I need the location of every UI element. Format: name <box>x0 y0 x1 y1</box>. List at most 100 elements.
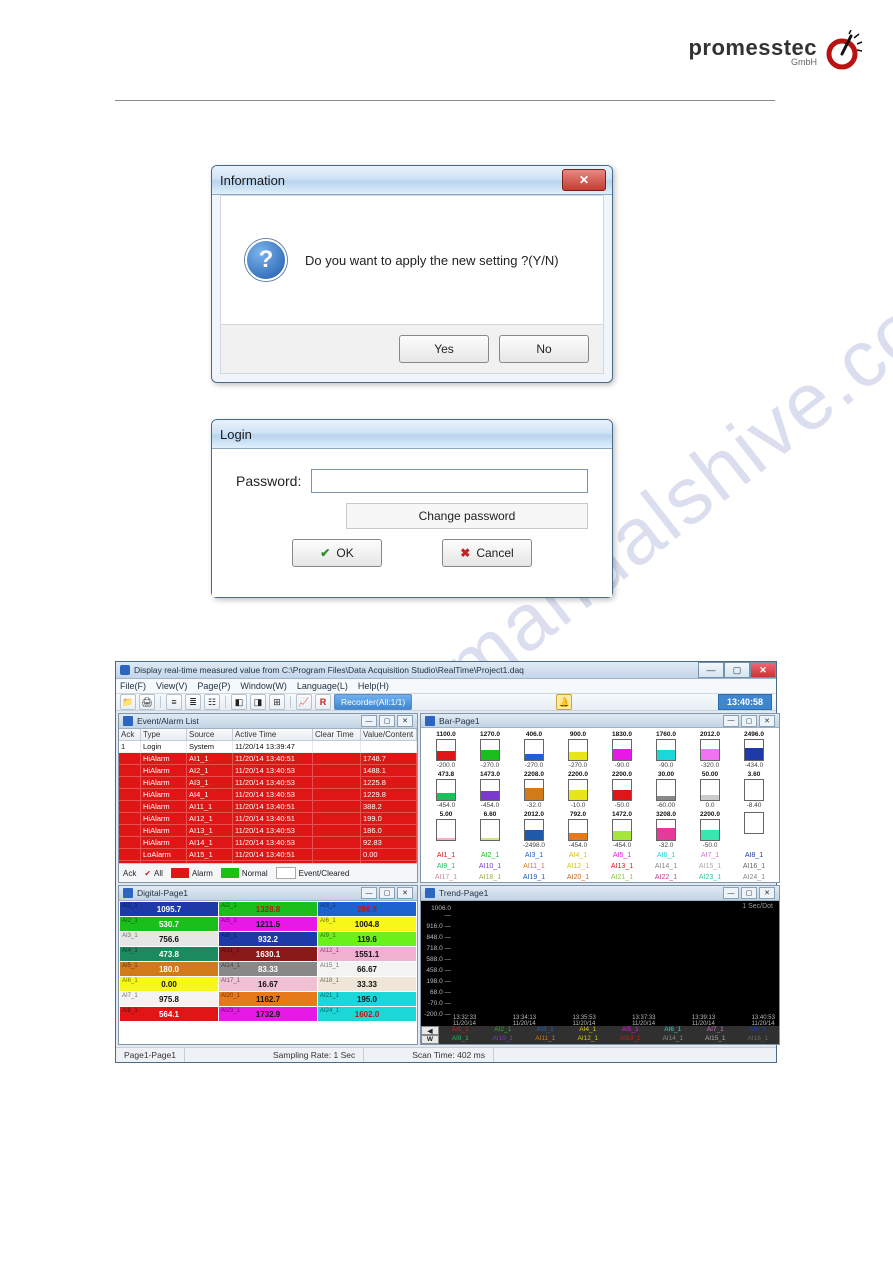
menu-item[interactable]: Page(P) <box>197 681 230 691</box>
channel-label: AI2_1 <box>469 851 511 860</box>
minimize-icon[interactable]: — <box>723 887 739 899</box>
digital-cell: AI4_1473.8 <box>120 947 218 961</box>
close-icon[interactable]: ✕ <box>397 715 413 727</box>
legend-item: AI14_1 <box>652 1035 695 1044</box>
main-app-window: Display real-time measured value from C:… <box>115 661 777 1063</box>
close-icon[interactable]: ✕ <box>759 887 775 899</box>
table-row[interactable]: HiAlarmAI14_111/20/14 13:40:5392.83 <box>119 837 417 849</box>
legend-item: AI16_1 <box>737 1035 780 1044</box>
table-header: AckTypeSourceActive TimeClear TimeValue/… <box>119 729 417 741</box>
change-password-button[interactable]: Change password <box>346 503 588 529</box>
table-row[interactable]: HiAlarmAI4_111/20/14 13:40:531229.8 <box>119 789 417 801</box>
table-row[interactable]: LoAlarmAI15_111/20/14 13:40:510.00 <box>119 849 417 861</box>
legend-item: AI8_1 <box>737 1026 780 1035</box>
table-row[interactable]: HiAlarmAI3_111/20/14 13:40:531225.8 <box>119 777 417 789</box>
channel-label: AI24_1 <box>733 873 775 882</box>
menu-item[interactable]: Help(H) <box>358 681 389 691</box>
menu-item[interactable]: Window(W) <box>240 681 287 691</box>
digital-cell: AI24_11602.0 <box>318 1007 416 1021</box>
bar-gauge: 5.00 <box>425 811 467 849</box>
close-icon[interactable]: ✕ <box>750 662 776 678</box>
filter-normal[interactable]: Normal <box>221 868 268 878</box>
column-header[interactable]: Ack <box>119 729 141 740</box>
digital-cell: AI12_11551.1 <box>318 947 416 961</box>
minimize-icon[interactable]: — <box>698 662 724 678</box>
filter-cleared[interactable]: Event/Cleared <box>276 867 350 879</box>
channel-label: AI21_1 <box>601 873 643 882</box>
channel-label: AI15_1 <box>689 862 731 871</box>
column-header[interactable]: Type <box>141 729 187 740</box>
close-icon[interactable]: ✕ <box>562 169 606 191</box>
panel-icon <box>123 888 133 898</box>
app-title: Display real-time measured value from C:… <box>134 665 524 675</box>
digital-cell: AI2_1530.7 <box>120 917 218 931</box>
maximize-icon[interactable]: ▢ <box>724 662 750 678</box>
yes-button[interactable]: Yes <box>399 335 489 363</box>
table-row[interactable]: 1LoginSystem11/20/14 13:39:47 <box>119 741 417 753</box>
maximize-icon[interactable]: ▢ <box>741 715 757 727</box>
table-body: 1LoginSystem11/20/14 13:39:47HiAlarmAI1_… <box>119 741 417 863</box>
table-row[interactable]: HiAlarmAI2_111/20/14 13:40:531488.1 <box>119 765 417 777</box>
table-row[interactable]: HiAlarmAI11_111/20/14 13:40:51388.2 <box>119 801 417 813</box>
digital-cell: AI21_1195.0 <box>318 992 416 1006</box>
column-header[interactable]: Active Time <box>233 729 313 740</box>
channel-label: AI4_1 <box>557 851 599 860</box>
password-input[interactable] <box>311 469 588 493</box>
dialog-message: Do you want to apply the new setting ?(Y… <box>305 253 559 268</box>
digital-cell: AI6_10.00 <box>120 977 218 991</box>
channel-label: AI1_1 <box>425 851 467 860</box>
bar-gauge: 406.0-270.0 <box>513 731 555 769</box>
digital-cell: AI5_1180.0 <box>120 962 218 976</box>
question-icon: ? <box>245 239 287 281</box>
column-header[interactable]: Value/Content <box>361 729 417 740</box>
menu-item[interactable]: View(V) <box>156 681 187 691</box>
toolbar-button[interactable]: ≡ <box>166 694 182 710</box>
menu-item[interactable]: Language(L) <box>297 681 348 691</box>
toolbar-button[interactable]: ≣ <box>185 694 201 710</box>
no-button[interactable]: No <box>499 335 589 363</box>
digital-cell: AI1_11095.7 <box>120 902 218 916</box>
bar-gauge: 473.8-454.0 <box>425 771 467 809</box>
maximize-icon[interactable]: ▢ <box>379 887 395 899</box>
minimize-icon[interactable]: — <box>361 887 377 899</box>
minimize-icon[interactable]: — <box>361 715 377 727</box>
close-icon[interactable]: ✕ <box>397 887 413 899</box>
digital-cell: AI2_11328.8 <box>219 902 317 916</box>
filter-alarm[interactable]: Alarm <box>171 868 213 878</box>
bar-gauge: 900.0-270.0 <box>557 731 599 769</box>
toolbar-button[interactable]: ◨ <box>250 694 266 710</box>
dialog-title: Login <box>212 420 612 449</box>
toolbar-button[interactable]: ◧ <box>231 694 247 710</box>
channel-label: AI23_1 <box>689 873 731 882</box>
cancel-button[interactable]: ✖Cancel <box>442 539 532 567</box>
ok-button[interactable]: ✔OK <box>292 539 382 567</box>
maximize-icon[interactable]: ▢ <box>741 887 757 899</box>
toolbar-button[interactable]: 📈 <box>296 694 312 710</box>
record-icon[interactable]: R <box>315 694 331 710</box>
table-row[interactable]: HiAlarmAI12_111/20/14 13:40:51199.0 <box>119 813 417 825</box>
minimize-icon[interactable]: — <box>723 715 739 727</box>
trend-y-axis: 1006.0 —916.0 —848.0 —718.0 —588.0 —458.… <box>423 905 451 1018</box>
toolbar-button[interactable]: ☷ <box>204 694 220 710</box>
close-icon[interactable]: ✕ <box>759 715 775 727</box>
trend-nav-button[interactable]: ◀ <box>421 1026 439 1035</box>
bell-icon[interactable]: 🔔 <box>556 694 572 710</box>
recorder-dropdown[interactable]: Recorder(All:1/1) <box>334 694 412 710</box>
column-header[interactable]: Source <box>187 729 233 740</box>
table-row[interactable]: HiAlarmAI1_111/20/14 13:40:511748.7 <box>119 753 417 765</box>
toolbar-button[interactable]: 🖨 <box>139 694 155 710</box>
column-header[interactable]: Clear Time <box>313 729 361 740</box>
filter-all[interactable]: ✔All <box>144 869 163 878</box>
channel-label: AI10_1 <box>469 862 511 871</box>
toolbar-button[interactable]: ⊞ <box>269 694 285 710</box>
channel-label: AI17_1 <box>425 873 467 882</box>
ack-button[interactable]: Ack <box>123 869 136 878</box>
menu-item[interactable]: File(F) <box>120 681 146 691</box>
trend-panel: Trend-Page1—▢✕ 1 Sec/Dot 1006.0 —916.0 —… <box>420 885 780 1045</box>
trend-nav-button[interactable]: W <box>421 1035 439 1044</box>
maximize-icon[interactable]: ▢ <box>379 715 395 727</box>
panel-icon <box>123 716 133 726</box>
toolbar-button[interactable]: 📁 <box>120 694 136 710</box>
password-label: Password: <box>236 473 301 489</box>
table-row[interactable]: HiAlarmAI13_111/20/14 13:40:53186.0 <box>119 825 417 837</box>
